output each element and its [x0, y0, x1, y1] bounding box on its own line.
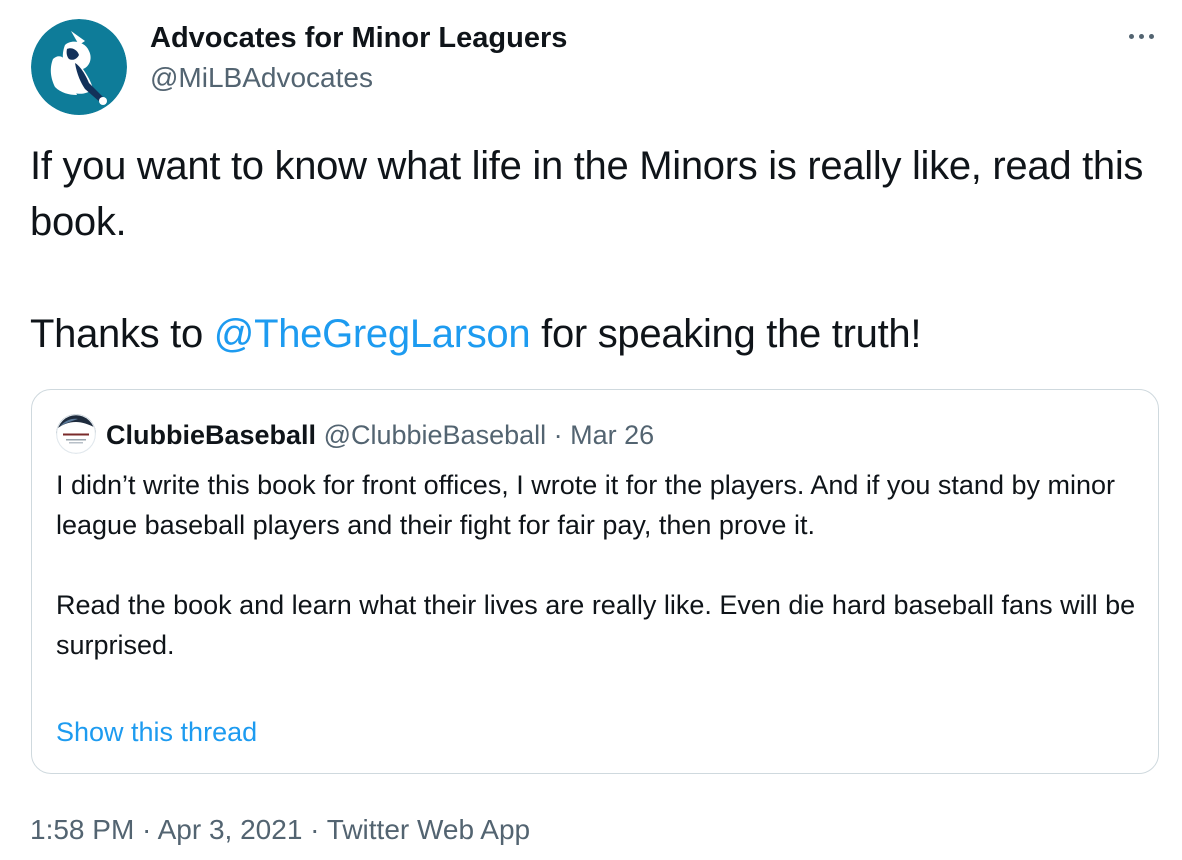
mention-link[interactable]: @TheGregLarson: [214, 312, 531, 356]
quoted-paragraph-2: Read the book and learn what their lives…: [56, 590, 1136, 660]
quoted-handle: @ClubbieBaseball: [323, 420, 547, 450]
tweet-card: Advocates for Minor Leaguers @MiLBAdvoca…: [0, 0, 1182, 860]
quoted-separator: ·: [546, 420, 570, 450]
baseball-player-silhouette-logo-icon: [31, 19, 127, 115]
tweet-timestamp[interactable]: 1:58 PM · Apr 3, 2021 · Twitter Web App: [30, 812, 530, 848]
author-handle[interactable]: @MiLBAdvocates: [150, 60, 373, 96]
tweet-line-1: If you want to know what life in the Min…: [30, 144, 1144, 244]
tweet-line-2: Thanks to @TheGregLarson for speaking th…: [30, 306, 1150, 362]
quoted-tweet[interactable]: ClubbieBaseball @ClubbieBaseball · Mar 2…: [31, 389, 1159, 774]
more-dots-icon[interactable]: [1122, 22, 1162, 50]
tweet-line-2-prefix: Thanks to: [30, 312, 214, 356]
quoted-paragraph-1: I didn’t write this book for front offic…: [56, 470, 1115, 540]
author-display-name[interactable]: Advocates for Minor Leaguers: [150, 20, 567, 56]
quoted-avatar[interactable]: [56, 414, 96, 454]
quoted-text: I didn’t write this book for front offic…: [56, 465, 1136, 665]
separator-dot: ·: [553, 420, 563, 450]
quoted-date[interactable]: Mar 26: [570, 420, 654, 450]
author-avatar[interactable]: [31, 19, 127, 115]
show-thread-link[interactable]: Show this thread: [56, 715, 257, 749]
tweet-text: If you want to know what life in the Min…: [30, 138, 1150, 362]
clubbie-book-logo-icon: [56, 414, 96, 454]
quoted-display-name[interactable]: ClubbieBaseball: [106, 420, 316, 450]
quoted-header: ClubbieBaseball @ClubbieBaseball · Mar 2…: [106, 418, 654, 452]
tweet-line-2-suffix: for speaking the truth!: [530, 312, 922, 356]
